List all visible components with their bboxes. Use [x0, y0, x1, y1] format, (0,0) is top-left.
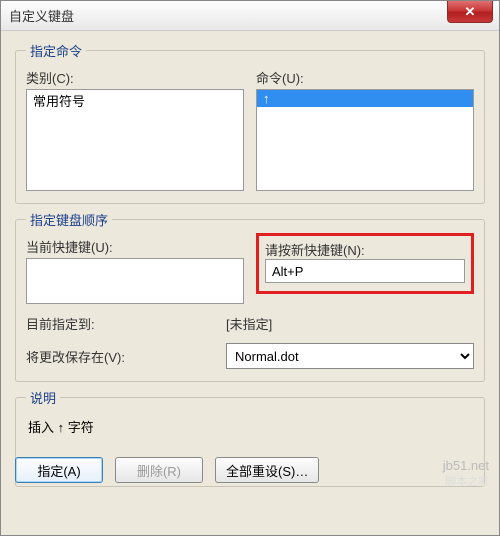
category-label: 类别(C):	[26, 68, 244, 87]
specify-command-legend: 指定命令	[26, 41, 86, 60]
current-keys-listbox[interactable]	[26, 258, 244, 304]
dialog-body: 指定命令 类别(C): 常用符号 命令(U): ↑ 指定键盘顺序	[1, 31, 499, 497]
specify-command-group: 指定命令 类别(C): 常用符号 命令(U): ↑	[15, 41, 485, 204]
assign-button[interactable]: 指定(A)	[15, 457, 103, 483]
save-changes-in-select[interactable]: Normal.dot	[226, 343, 474, 369]
current-keys-label: 当前快捷键(U):	[26, 237, 244, 256]
press-new-key-label: 请按新快捷键(N):	[265, 243, 365, 258]
commands-label: 命令(U):	[256, 68, 474, 87]
press-new-key-highlight: 请按新快捷键(N):	[256, 233, 474, 294]
close-button[interactable]: ✕	[447, 1, 493, 23]
currently-assigned-label: 目前指定到:	[26, 314, 226, 333]
specify-keys-group: 指定键盘顺序 当前快捷键(U): 请按新快捷键(N): 目前指定到: [未指定]	[15, 210, 485, 382]
button-bar: 指定(A) 删除(R) 全部重设(S)…	[15, 457, 319, 483]
currently-assigned-value: [未指定]	[226, 314, 474, 333]
description-text: 插入 ↑ 字符	[26, 415, 474, 438]
commands-listbox[interactable]: ↑	[256, 89, 474, 191]
titlebar: 自定义键盘 ✕	[1, 1, 499, 31]
save-changes-in-label: 将更改保存在(V):	[26, 347, 226, 366]
category-listbox[interactable]: 常用符号	[26, 89, 244, 191]
reset-all-button[interactable]: 全部重设(S)…	[215, 457, 319, 483]
window-title: 自定义键盘	[9, 6, 74, 25]
specify-keys-legend: 指定键盘顺序	[26, 210, 112, 229]
remove-button[interactable]: 删除(R)	[115, 457, 203, 483]
press-new-key-input[interactable]	[265, 259, 465, 283]
customize-keyboard-dialog: 自定义键盘 ✕ 指定命令 类别(C): 常用符号 命令(U): ↑	[0, 0, 500, 536]
list-item[interactable]: ↑	[257, 90, 473, 107]
list-item[interactable]: 常用符号	[27, 90, 243, 111]
close-icon: ✕	[465, 4, 476, 20]
description-legend: 说明	[26, 388, 60, 407]
